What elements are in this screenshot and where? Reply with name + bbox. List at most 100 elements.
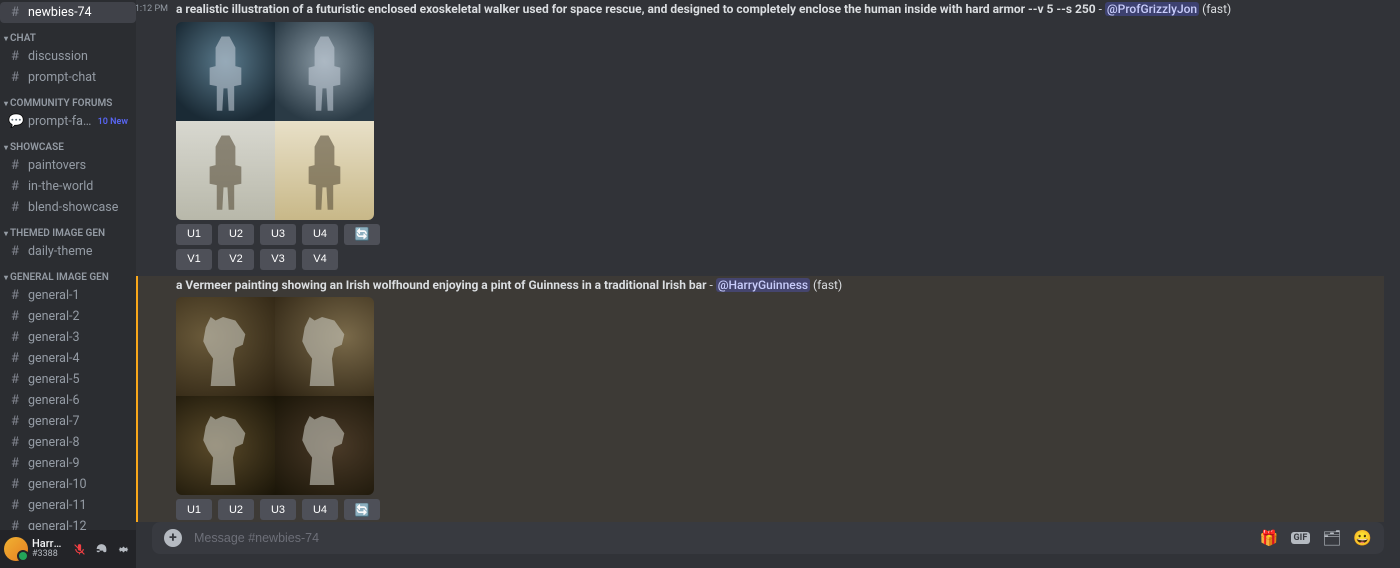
channel-item-selected[interactable]: # newbies-74 — [0, 2, 136, 23]
channel-type-icon: # — [8, 158, 22, 173]
chevron-down-icon: ▾ — [4, 99, 8, 108]
prompt-text: a Vermeer painting showing an Irish wolf… — [176, 278, 1384, 294]
channel-item[interactable]: # general-6 — [0, 390, 136, 411]
upscale-button[interactable]: U1 — [176, 499, 212, 520]
settings-gear-icon[interactable] — [114, 540, 132, 558]
category-header[interactable]: ▾GENERAL IMAGE GEN — [0, 262, 136, 285]
channel-type-icon: # — [8, 498, 22, 513]
channels-scroll[interactable]: # newbies-74 ▾CHAT#discussion#prompt-cha… — [0, 0, 136, 530]
channel-item[interactable]: 💬prompt-faqs10 New — [0, 111, 136, 132]
channel-type-icon: # — [8, 351, 22, 366]
upscale-button[interactable]: U3 — [260, 224, 296, 245]
image-cell — [176, 22, 275, 121]
channel-sidebar: # newbies-74 ▾CHAT#discussion#prompt-cha… — [0, 0, 136, 568]
channel-type-icon: # — [8, 179, 22, 194]
upscale-button[interactable]: U4 — [302, 499, 338, 520]
channel-name: general-2 — [28, 309, 128, 324]
variation-button[interactable]: V2 — [218, 249, 254, 270]
gift-icon[interactable]: 🎁 — [1260, 529, 1279, 547]
channel-item[interactable]: #general-10 — [0, 474, 136, 495]
channel-name: paintovers — [28, 158, 128, 173]
channel-name: newbies-74 — [28, 5, 128, 20]
upscale-button[interactable]: U3 — [260, 499, 296, 520]
mention[interactable]: @ProfGrizzlyJon — [1105, 2, 1199, 16]
sticker-icon[interactable]: 🗂 — [1322, 529, 1341, 547]
variation-row: V1 V2 V3 V4 — [176, 249, 1384, 270]
upscale-button[interactable]: U2 — [218, 224, 254, 245]
channel-item[interactable]: #general-12 — [0, 516, 136, 530]
mode-label: (fast) — [1202, 2, 1231, 16]
channel-item[interactable]: #daily-theme — [0, 241, 136, 262]
channel-name: general-6 — [28, 393, 128, 408]
reroll-button[interactable]: 🔄 — [344, 224, 380, 245]
channel-name: general-8 — [28, 435, 128, 450]
channel-name: general-1 — [28, 288, 128, 303]
channel-type-icon: # — [8, 393, 22, 408]
channel-item[interactable]: #in-the-world — [0, 176, 136, 197]
message-input[interactable] — [194, 531, 1248, 545]
channel-name: general-10 — [28, 477, 128, 492]
channel-item[interactable]: #general-9 — [0, 453, 136, 474]
channel-type-icon: 💬 — [8, 114, 22, 129]
timestamp: 1:12 PM — [136, 4, 174, 14]
chevron-down-icon: ▾ — [4, 34, 8, 43]
prompt-text: a realistic illustration of a futuristic… — [176, 2, 1384, 18]
channel-name: general-3 — [28, 330, 128, 345]
channel-name: prompt-faqs — [28, 114, 92, 129]
channel-item[interactable]: #prompt-chat — [0, 67, 136, 88]
category-header[interactable]: ▾THEMED IMAGE GEN — [0, 218, 136, 241]
channel-item[interactable]: #discussion — [0, 46, 136, 67]
channel-item[interactable]: #general-3 — [0, 327, 136, 348]
main-chat: 1:12 PMa realistic illustration of a fut… — [136, 0, 1400, 568]
image-grid[interactable] — [176, 297, 374, 495]
chevron-down-icon: ▾ — [4, 273, 8, 282]
image-cell — [176, 297, 275, 396]
user-tag: #3388 — [32, 550, 66, 560]
upscale-row: U1 U2 U3 U4 🔄 — [176, 224, 1384, 245]
variation-button[interactable]: V1 — [176, 249, 212, 270]
category-header[interactable]: ▾COMMUNITY FORUMS — [0, 88, 136, 111]
channel-name: prompt-chat — [28, 70, 128, 85]
category-label: GENERAL IMAGE GEN — [10, 272, 109, 283]
channel-item[interactable]: #general-11 — [0, 495, 136, 516]
category-label: SHOWCASE — [10, 142, 64, 153]
image-cell — [275, 121, 374, 220]
channel-item[interactable]: # general-8 — [0, 432, 136, 453]
image-cell — [176, 121, 275, 220]
channel-item[interactable]: #general-7 — [0, 411, 136, 432]
hash-icon: # — [8, 5, 22, 20]
channel-item[interactable]: #general-5 — [0, 369, 136, 390]
upscale-button[interactable]: U2 — [218, 499, 254, 520]
mention[interactable]: @HarryGuinness — [716, 278, 810, 292]
variation-button[interactable]: V4 — [302, 249, 338, 270]
image-grid[interactable] — [176, 22, 374, 220]
message-list[interactable]: 1:12 PMa realistic illustration of a fut… — [136, 0, 1400, 522]
channel-item[interactable]: # general-4 — [0, 348, 136, 369]
exo-placeholder-icon — [305, 135, 345, 209]
user-info[interactable]: HarryGuin... #3388 — [32, 538, 66, 560]
headphones-icon[interactable] — [92, 540, 110, 558]
gif-icon[interactable]: GIF — [1291, 532, 1311, 544]
channel-type-icon: # — [8, 435, 22, 450]
channel-item[interactable]: #general-2 — [0, 306, 136, 327]
upscale-button[interactable]: U1 — [176, 224, 212, 245]
message: 1:12 PMa realistic illustration of a fut… — [136, 0, 1384, 276]
image-cell — [275, 396, 374, 495]
upscale-button[interactable]: U4 — [302, 224, 338, 245]
variation-button[interactable]: V3 — [260, 249, 296, 270]
mute-mic-icon[interactable] — [70, 540, 88, 558]
channel-name: blend-showcase — [28, 200, 128, 215]
reroll-button[interactable]: 🔄 — [344, 499, 380, 520]
channel-item[interactable]: # paintovers — [0, 155, 136, 176]
add-attachment-icon[interactable]: + — [164, 529, 182, 547]
emoji-icon[interactable]: 😀 — [1353, 529, 1372, 547]
message: a Vermeer painting showing an Irish wolf… — [136, 276, 1384, 522]
channel-item[interactable]: #blend-showcase — [0, 197, 136, 218]
avatar[interactable] — [4, 537, 28, 561]
channel-item[interactable]: #general-1 — [0, 285, 136, 306]
category-header[interactable]: ▾SHOWCASE — [0, 132, 136, 155]
image-cell — [176, 396, 275, 495]
channel-name: general-12 — [28, 519, 128, 530]
category-header[interactable]: ▾CHAT — [0, 23, 136, 46]
channel-name: general-4 — [28, 351, 128, 366]
